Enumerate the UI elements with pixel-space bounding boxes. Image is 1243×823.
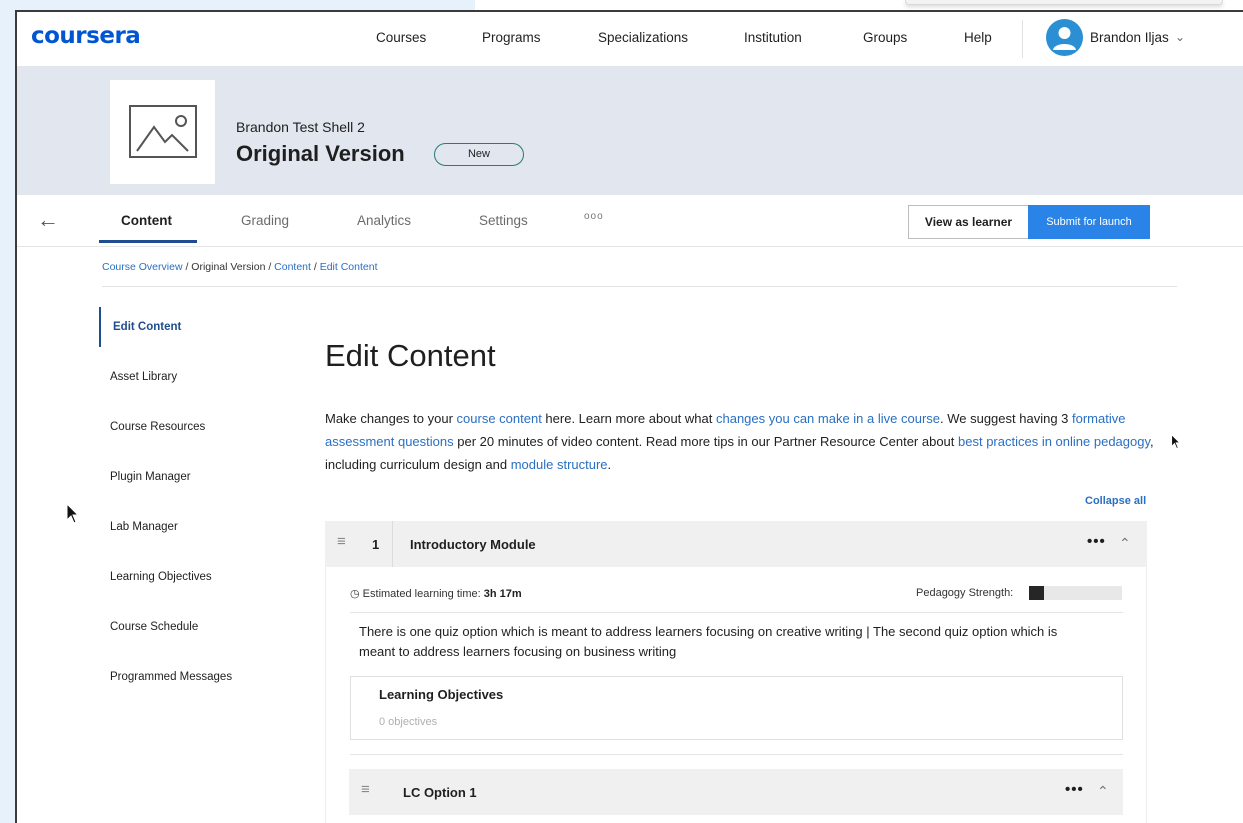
- active-tab-indicator: [99, 240, 197, 243]
- top-navigation: coursera Courses Programs Specialization…: [17, 12, 1243, 66]
- status-badge: New: [434, 143, 524, 166]
- desc-text: per 20 minutes of video content. Read mo…: [453, 434, 959, 449]
- collapse-all-button[interactable]: Collapse all: [1085, 495, 1146, 507]
- desc-text: here. Learn more about what: [541, 411, 716, 426]
- pedagogy-strength-bar: [1029, 586, 1122, 600]
- more-options-icon[interactable]: •••: [1087, 533, 1106, 550]
- back-arrow-icon[interactable]: ←: [37, 207, 59, 233]
- nav-courses[interactable]: Courses: [376, 30, 426, 45]
- background-popup: [905, 0, 1223, 5]
- page-description: Make changes to your course content here…: [325, 407, 1160, 476]
- version-title: Original Version: [236, 141, 405, 166]
- more-options-icon[interactable]: •••: [1065, 781, 1084, 798]
- divider: [392, 521, 393, 567]
- objectives-count: 0 objectives: [379, 716, 438, 728]
- side-item-asset-library[interactable]: Asset Library: [99, 357, 289, 397]
- breadcrumb-content[interactable]: Content: [274, 261, 311, 273]
- module-structure-link[interactable]: module structure: [511, 457, 608, 472]
- breadcrumb: Course Overview / Original Version / Con…: [102, 261, 378, 273]
- desc-text: . We suggest having 3: [940, 411, 1073, 426]
- user-name[interactable]: Brandon Iljas: [1090, 30, 1169, 45]
- lesson-header[interactable]: ≡ LC Option 1 ••• ⌃: [349, 769, 1123, 815]
- module-number: 1: [372, 537, 380, 552]
- learning-objectives-title: Learning Objectives: [379, 687, 504, 702]
- pedagogy-strength-fill: [1029, 586, 1044, 600]
- estimated-time: ◷ Estimated learning time: 3h 17m: [350, 587, 522, 600]
- divider: [102, 286, 1177, 287]
- course-content-link[interactable]: course content: [457, 411, 542, 426]
- breadcrumb-course-overview[interactable]: Course Overview: [102, 261, 183, 273]
- clock-icon: ◷: [350, 588, 360, 600]
- mouse-cursor-icon: [1171, 434, 1181, 449]
- desc-text: Make changes to your: [325, 411, 457, 426]
- nav-programs[interactable]: Programs: [482, 30, 541, 45]
- tab-content[interactable]: Content: [121, 213, 172, 228]
- tab-settings[interactable]: Settings: [479, 213, 528, 228]
- breadcrumb-edit-content[interactable]: Edit Content: [320, 261, 378, 273]
- side-item-programmed-messages[interactable]: Programmed Messages: [99, 657, 289, 697]
- avatar[interactable]: [1046, 19, 1083, 56]
- chevron-up-icon[interactable]: ⌃: [1097, 783, 1109, 800]
- nav-specializations[interactable]: Specializations: [598, 30, 688, 45]
- chevron-up-icon[interactable]: ⌃: [1119, 535, 1131, 552]
- browser-window: coursera Courses Programs Specialization…: [15, 10, 1243, 823]
- lesson-title: LC Option 1: [403, 785, 477, 800]
- submit-for-launch-button[interactable]: Submit for launch: [1028, 205, 1150, 239]
- chevron-down-icon[interactable]: ⌄: [1175, 30, 1185, 44]
- tab-analytics[interactable]: Analytics: [357, 213, 411, 228]
- breadcrumb-separator: /: [310, 261, 320, 273]
- side-item-lab-manager[interactable]: Lab Manager: [99, 507, 289, 547]
- nav-institution[interactable]: Institution: [744, 30, 802, 45]
- course-name: Brandon Test Shell 2: [236, 119, 365, 135]
- side-item-course-schedule[interactable]: Course Schedule: [99, 607, 289, 647]
- coursera-logo[interactable]: coursera: [31, 23, 141, 49]
- side-item-plugin-manager[interactable]: Plugin Manager: [99, 457, 289, 497]
- side-item-learning-objectives[interactable]: Learning Objectives: [99, 557, 289, 597]
- estimated-time-value: 3h 17m: [483, 588, 522, 600]
- drag-handle-icon[interactable]: ≡: [337, 533, 346, 550]
- tab-bar: ← Content Grading Analytics Settings ooo…: [17, 195, 1243, 247]
- course-thumbnail: [110, 80, 215, 184]
- drag-handle-icon[interactable]: ≡: [361, 781, 370, 798]
- more-tabs-icon[interactable]: ooo: [584, 211, 604, 222]
- best-practices-link[interactable]: best practices in online pedagogy: [958, 434, 1150, 449]
- nav-help[interactable]: Help: [964, 30, 992, 45]
- module-header[interactable]: ≡ 1 Introductory Module ••• ⌃: [325, 521, 1147, 567]
- live-course-changes-link[interactable]: changes you can make in a live course: [716, 411, 940, 426]
- image-placeholder-icon: [129, 105, 197, 158]
- estimated-time-label: Estimated learning time:: [362, 588, 484, 600]
- nav-divider: [1022, 20, 1023, 58]
- course-hero: Brandon Test Shell 2 Original Version Ne…: [17, 66, 1243, 195]
- breadcrumb-text: / Original Version /: [182, 261, 275, 273]
- side-item-course-resources[interactable]: Course Resources: [99, 407, 289, 447]
- side-item-edit-content[interactable]: Edit Content: [99, 307, 289, 347]
- page-title: Edit Content: [325, 338, 496, 373]
- module-description: There is one quiz option which is meant …: [359, 624, 1058, 659]
- pedagogy-strength-label: Pedagogy Strength:: [916, 587, 1014, 599]
- view-as-learner-button[interactable]: View as learner: [908, 205, 1029, 239]
- learning-objectives-card[interactable]: Learning Objectives 0 objectives: [350, 676, 1123, 740]
- user-icon: [1053, 27, 1076, 50]
- divider: [350, 612, 1123, 613]
- divider: [350, 754, 1123, 755]
- nav-groups[interactable]: Groups: [863, 30, 907, 45]
- tab-grading[interactable]: Grading: [241, 213, 289, 228]
- mouse-cursor-icon: [66, 503, 80, 524]
- desc-text: .: [607, 457, 612, 472]
- module-title: Introductory Module: [410, 537, 536, 552]
